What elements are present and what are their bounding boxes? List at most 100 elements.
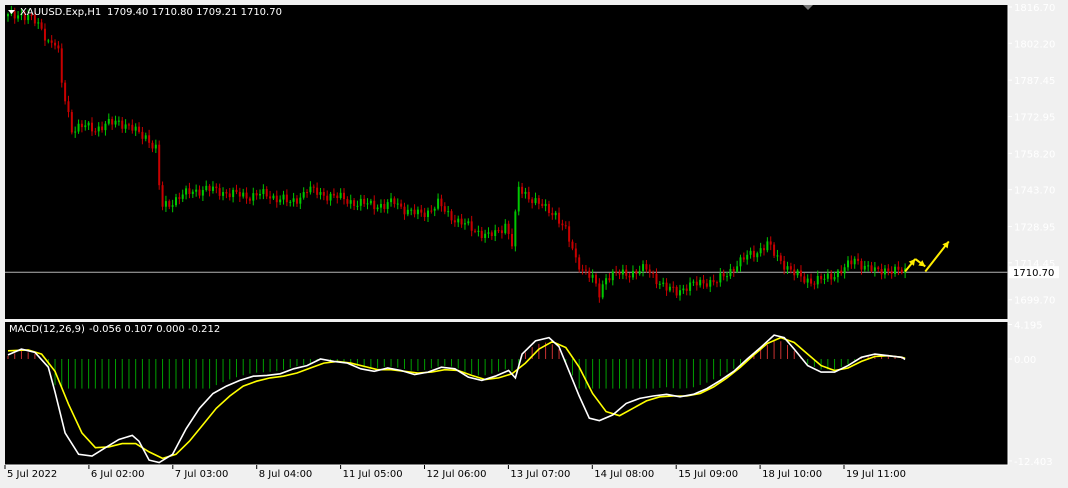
candle-body <box>440 198 443 207</box>
candle-body <box>168 201 171 207</box>
candle-body <box>188 188 191 194</box>
candle-body <box>50 40 53 43</box>
candle-body <box>537 198 540 204</box>
time-tick-label: 14 Jul 08:00 <box>594 469 654 480</box>
candle-body <box>682 288 685 291</box>
candle-body <box>453 220 456 223</box>
candle-body <box>363 198 366 204</box>
candle-body <box>484 233 487 238</box>
time-axis: 5 Jul 2022 6 Jul 02:00 7 Jul 03:00 8 Jul 04… <box>4 464 1008 480</box>
candle-body <box>568 226 571 242</box>
candle-body <box>131 124 134 131</box>
candle-body <box>571 241 574 249</box>
candle-body <box>873 267 876 272</box>
candle-body <box>625 269 628 276</box>
candle-body <box>141 131 144 139</box>
candle-body <box>312 186 315 188</box>
candle-body <box>763 248 765 251</box>
candle-body <box>467 221 470 224</box>
candle-body <box>111 118 114 125</box>
candle-body <box>211 186 214 191</box>
candle-body <box>722 273 725 277</box>
candle-body <box>511 233 513 247</box>
candle-body <box>877 267 880 270</box>
candle-body <box>715 282 718 284</box>
candle-body <box>346 199 349 204</box>
candle-body <box>17 15 20 19</box>
symbol-title: XAUUSD.Exp,H1 <box>20 7 101 18</box>
candle-body <box>668 286 671 291</box>
candle-body <box>353 200 356 206</box>
candle-body <box>574 248 577 258</box>
candle-body <box>608 278 611 281</box>
time-tick-label: 12 Jul 06:00 <box>427 469 487 480</box>
candle-body <box>205 185 208 191</box>
candle-body <box>742 257 745 260</box>
candle-body <box>648 269 651 273</box>
time-tick-label: 7 Jul 03:00 <box>175 469 229 480</box>
candle-body <box>806 278 809 283</box>
candle-body <box>843 267 846 274</box>
candle-body <box>601 284 604 298</box>
candle-body <box>705 283 708 287</box>
candle-body <box>248 198 251 201</box>
candle-body <box>151 142 154 149</box>
candle-body <box>773 244 776 256</box>
candle-body <box>527 191 530 200</box>
candle-body <box>638 271 641 274</box>
candle-body <box>564 225 567 227</box>
candle-body <box>500 230 503 234</box>
candle-body <box>7 14 9 17</box>
candle-body <box>450 211 453 221</box>
candle-body <box>507 223 510 234</box>
candle-body <box>245 192 248 199</box>
candle-body <box>779 255 782 261</box>
candle-body <box>749 250 752 255</box>
candle-body <box>74 131 77 133</box>
candle-body <box>57 45 60 49</box>
candle-body <box>729 268 732 277</box>
candle-body <box>786 266 789 270</box>
candle-body <box>80 123 83 128</box>
candle-body <box>487 232 490 234</box>
candle-body <box>255 193 258 196</box>
candle-body <box>554 212 557 216</box>
candle-body <box>890 271 893 274</box>
time-tick-label: 18 Jul 10:00 <box>762 469 822 480</box>
candle-body <box>64 82 67 102</box>
candle-body <box>282 194 285 200</box>
candle-body <box>820 275 823 280</box>
time-tick-label: 11 Jul 05:00 <box>343 469 403 480</box>
candle-body <box>584 269 587 271</box>
candle-body <box>551 212 554 216</box>
candle-body <box>833 277 836 280</box>
candle-body <box>860 260 863 270</box>
candle-body <box>561 223 564 226</box>
candle-body <box>161 185 164 207</box>
candle-body <box>457 218 460 223</box>
price-tick-label: 1699.70 <box>1014 296 1055 307</box>
candle-body <box>524 191 527 194</box>
candle-body <box>836 270 839 278</box>
candle-body <box>463 223 466 225</box>
candle-body <box>316 187 319 195</box>
ohlc-readout: 1709.40 1710.80 1709.21 1710.70 <box>107 7 282 18</box>
candle-body <box>235 189 238 192</box>
candle-body <box>867 265 870 267</box>
candle-body <box>605 278 608 285</box>
candle-body <box>349 200 352 204</box>
candle-body <box>769 241 772 245</box>
candle-body <box>97 126 100 132</box>
price-tick-label: 1772.95 <box>1014 112 1055 123</box>
candle-body <box>171 205 174 207</box>
chart-area: 1816.70 1802.20 1787.45 1772.95 1758.20 1743.… <box>4 3 1059 480</box>
candle-body <box>309 186 312 193</box>
candle-body <box>154 144 157 149</box>
candle-body <box>635 270 638 274</box>
candle-body <box>558 212 561 224</box>
candle-body <box>618 272 621 275</box>
time-tick-label: 19 Jul 11:00 <box>846 469 906 480</box>
price-tick-label: 1787.45 <box>1014 76 1055 87</box>
candle-body <box>863 265 866 270</box>
candle-body <box>359 198 362 206</box>
